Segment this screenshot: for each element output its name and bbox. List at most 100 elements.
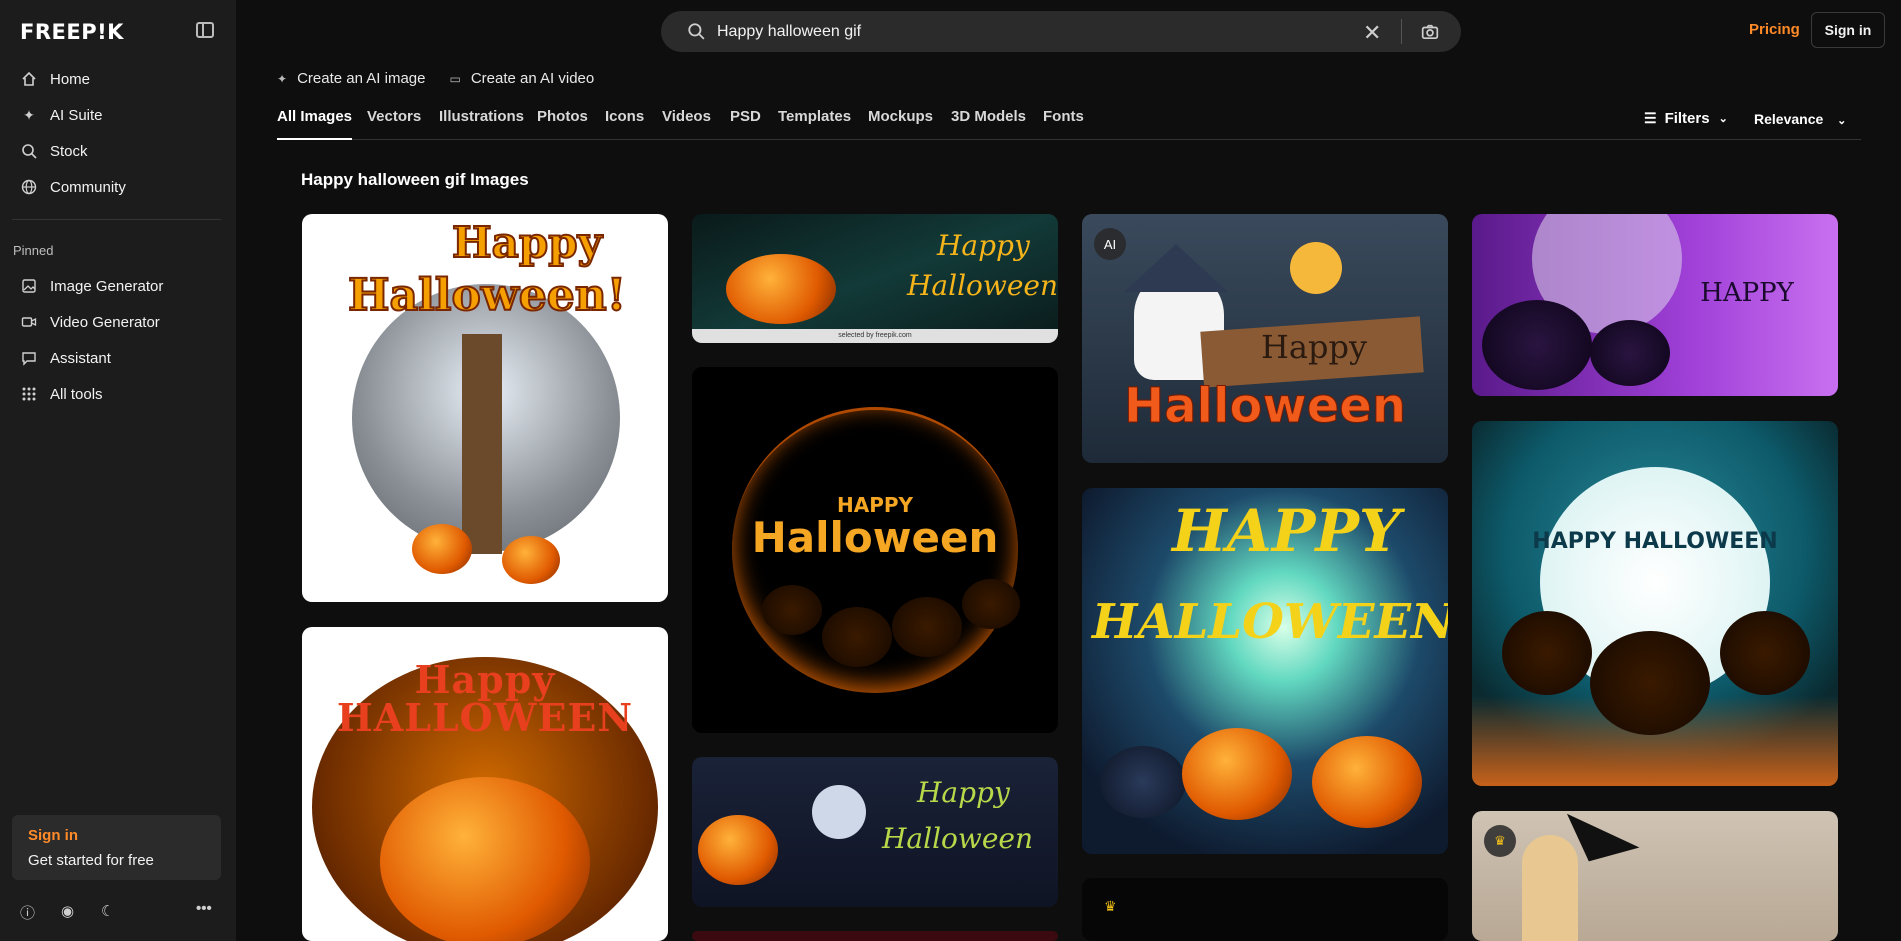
pinned-nav: Image Generator Video Generator Assistan… [0,268,236,412]
pumpkin-image [1182,728,1292,820]
pinned-heading: Pinned [13,243,54,258]
main-nav: Home ✦ AI Suite Stock Community [0,61,236,205]
sidebar-item-assistant[interactable]: Assistant [0,340,236,376]
result-card[interactable]: Happy Halloween [692,757,1058,907]
pumpkin-image [1482,300,1592,390]
tree-trunk-image [462,334,502,554]
sidebar-item-label: Image Generator [50,277,164,295]
result-card[interactable]: Happy HALLOWEEN [302,627,668,941]
sidebar-item-label: Home [50,70,91,88]
help-icon[interactable]: ⓘ [20,902,35,923]
sidebar-divider [12,219,221,220]
pumpkin-image [1720,611,1810,695]
sidebar-item-all-tools[interactable]: All tools [0,376,236,412]
sparkle-icon: ✦ [277,71,288,86]
image-icon [21,278,37,294]
sort-dropdown[interactable]: Relevance ⌄ [1754,111,1846,127]
sidebar-item-label: Assistant [50,349,111,367]
sliders-icon: ☰ [1644,110,1657,126]
tab-mockups[interactable]: Mockups [868,108,933,140]
premium-crown-icon: ♛ [1484,825,1516,857]
result-card[interactable]: HAPPY HALLOWEEN [1472,421,1838,786]
tab-videos[interactable]: Videos [662,108,711,140]
sidebar-item-image-generator[interactable]: Image Generator [0,268,236,304]
result-card[interactable]: HAPPY HALLOWEEN [1082,488,1448,854]
card-title: HAPPY [1172,497,1401,565]
sidebar: FREEP!K Home ✦ AI Suite Stock Community … [0,0,236,941]
tab-fonts[interactable]: Fonts [1043,108,1084,140]
sidebar-item-label: All tools [50,385,103,403]
globe-icon [21,179,37,195]
moon-image [812,785,866,839]
result-card[interactable]: Happy Halloween! [302,214,668,602]
tab-templates[interactable]: Templates [778,108,851,140]
sidebar-item-label: Video Generator [50,313,160,331]
result-card[interactable]: Happy Halloween selected by freepik.com [692,214,1058,343]
search-input[interactable] [717,11,1357,52]
create-ai-image-label: Create an AI image [297,70,426,87]
freepik-logo[interactable]: FREEP!K [20,20,124,44]
clear-search-icon[interactable]: ✕ [1363,20,1381,46]
search-icon [21,143,37,159]
result-card[interactable]: HAPPY [1472,214,1838,396]
jack-o-lantern-image [380,777,590,941]
signin-button[interactable]: Sign in [1811,12,1885,48]
sidebar-item-ai-suite[interactable]: ✦ AI Suite [0,97,236,133]
theme-moon-icon[interactable]: ☾ [101,902,114,920]
card-title: Happy [1260,328,1368,366]
camera-icon[interactable] [1421,23,1439,46]
pumpkin-image [1312,736,1422,828]
tab-icons[interactable]: Icons [605,108,644,140]
sidebar-item-label: Stock [50,142,88,160]
card-title: HAPPY [1700,278,1794,308]
home-icon [21,71,37,87]
signin-link[interactable]: Sign in [28,827,205,844]
create-ai-image-link[interactable]: ✦ Create an AI image [277,70,425,87]
result-card[interactable]: AI Happy Halloween [1082,214,1448,463]
tab-vectors[interactable]: Vectors [367,108,421,140]
create-ai-video-link[interactable]: ▭ Create an AI video [449,70,594,87]
pumpkin-image [412,524,472,574]
result-card[interactable] [692,931,1058,941]
card-title: Happy [917,776,1010,809]
result-card[interactable]: HAPPY Halloween [692,367,1058,733]
signin-card[interactable]: Sign in Get started for free [12,815,221,880]
tab-photos[interactable]: Photos [537,108,588,140]
sidebar-item-label: AI Suite [50,106,103,124]
moon-image [1290,242,1342,294]
tab-all-images[interactable]: All Images [277,108,353,140]
witch-hat-image [1124,244,1228,292]
card-title: Happy [451,218,603,267]
pumpkin-image [502,536,560,584]
pumpkin-image [892,597,962,657]
tab-illustrations[interactable]: Illustrations [439,108,524,140]
filters-button[interactable]: ☰ Filters ⌄ [1644,110,1728,127]
card-footer: selected by freepik.com [692,329,1058,343]
card-subtitle: Halloween [882,822,1034,855]
sidebar-item-stock[interactable]: Stock [0,133,236,169]
pricing-link[interactable]: Pricing [1749,21,1800,38]
ai-generated-icon: AI [1094,228,1126,260]
sidebar-item-video-generator[interactable]: Video Generator [0,304,236,340]
tab-psd[interactable]: PSD [730,108,761,140]
result-card[interactable]: ♛ [1082,878,1448,941]
discord-icon[interactable]: ◉ [61,902,74,920]
pumpkin-image [1502,611,1592,695]
pumpkin-image [726,254,836,324]
card-subtitle: Halloween [1123,378,1407,434]
pumpkin-image [762,585,822,635]
sidebar-toggle-icon[interactable] [196,22,214,38]
card-title: HAPPY HALLOWEEN [1532,529,1778,554]
more-icon[interactable]: ••• [196,900,212,917]
pumpkin-image [962,579,1020,629]
pumpkin-image [1590,631,1710,735]
result-card[interactable]: ♛ [1472,811,1838,941]
sort-label: Relevance [1754,111,1824,127]
video-icon [21,314,37,330]
tab-3d-models[interactable]: 3D Models [951,108,1026,140]
sidebar-item-home[interactable]: Home [0,61,236,97]
pumpkin-image [822,607,892,667]
card-title: Happy HALLOWEEN [312,661,658,737]
sidebar-item-community[interactable]: Community [0,169,236,205]
card-title: Happy [937,229,1030,262]
